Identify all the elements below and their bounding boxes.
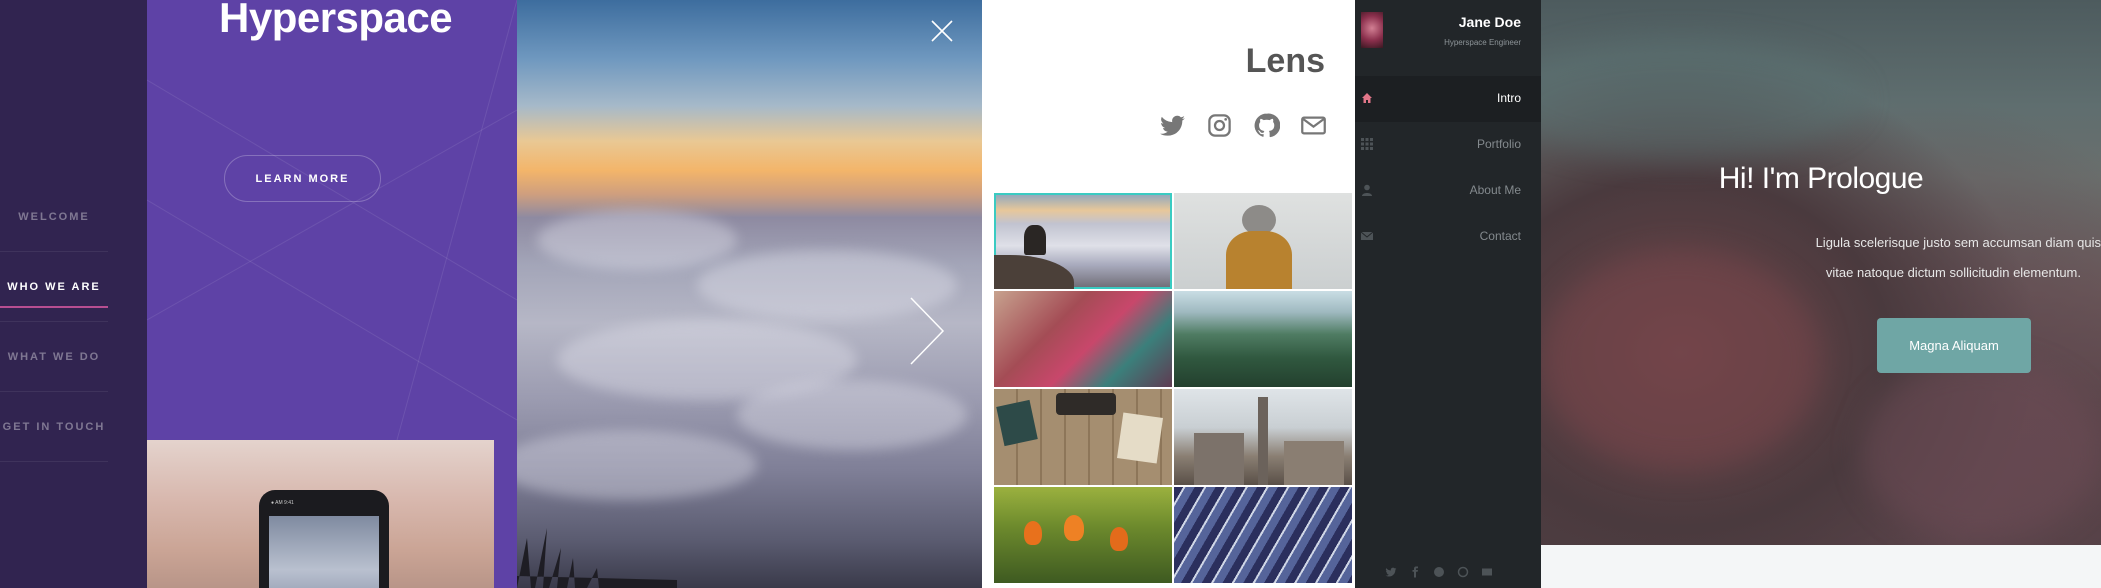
hyperspace-hero: Hyperspace LEARN MORE ● AM 9:41 (147, 0, 517, 588)
background-blur (1861, 360, 2101, 540)
sidebar-item-intro[interactable]: Intro (1355, 76, 1541, 122)
social-icons (1159, 112, 1327, 139)
page-title: Hyperspace (219, 0, 453, 41)
thumbnail-glass-building[interactable] (1174, 487, 1352, 583)
github-icon[interactable] (1433, 565, 1445, 577)
thumbnail-city-skyline[interactable] (1174, 389, 1352, 485)
hero-text: Ligula scelerisque justo sem accumsan di… (1801, 228, 2101, 288)
sidebar-item-portfolio[interactable]: Portfolio (1355, 122, 1541, 168)
github-icon[interactable] (1253, 112, 1281, 139)
lightbox-panel (517, 0, 982, 588)
dribbble-icon[interactable] (1457, 565, 1469, 578)
thumbnail-orange-tulips[interactable] (994, 487, 1172, 583)
instagram-icon[interactable] (1206, 112, 1233, 139)
sidebar-item-label: About Me (1469, 183, 1521, 197)
active-nav-indicator (0, 306, 108, 308)
nav-item-who-we-are[interactable]: WHO WE ARE (0, 252, 108, 322)
sidebar-item-contact[interactable]: Contact (1355, 214, 1541, 260)
sidebar-item-label: Portfolio (1476, 137, 1521, 151)
grid-icon (1361, 138, 1373, 150)
sidebar-item-label: Intro (1496, 91, 1521, 105)
site-title: Lens (1245, 42, 1325, 80)
hero-text-line: vitae natoque dictum sollicitudin elemen… (1825, 265, 2081, 280)
phone-photo: ● AM 9:41 (147, 440, 494, 588)
nav-item-get-in-touch[interactable]: GET IN TOUCH (0, 392, 108, 462)
background-blur (1541, 40, 1861, 160)
user-icon (1362, 184, 1372, 196)
grass-silhouette (517, 528, 677, 588)
magna-aliquam-button[interactable]: Magna Aliquam (1877, 318, 2031, 373)
section-footer-strip (1541, 545, 2101, 588)
phone-device: ● AM 9:41 (259, 490, 389, 588)
avatar (1361, 12, 1383, 48)
hero-text-line: Ligula scelerisque justo sem accumsan di… (1815, 235, 2101, 250)
sidebar-item-label: Contact (1479, 229, 1521, 243)
profile-role: Hyperspace Engineer (1444, 38, 1521, 47)
phone-status-bar: ● AM 9:41 (271, 500, 294, 506)
hero-title: Hi! I'm Prologue (1718, 162, 1924, 195)
thumbnail-typewriter[interactable] (994, 389, 1172, 485)
lens-panel: Lens (982, 0, 1355, 588)
hyperspace-sidebar: WELCOME WHO WE ARE WHAT WE DO GET IN TOU… (0, 0, 147, 588)
thumbnail-woman-scarf[interactable] (994, 291, 1172, 387)
cloud (517, 430, 757, 500)
twitter-icon[interactable] (1159, 112, 1186, 139)
cloud (737, 380, 967, 450)
sidebar-item-about-me[interactable]: About Me (1355, 168, 1541, 214)
facebook-icon[interactable] (1409, 565, 1421, 578)
thumbnail-hiker-yellow-jacket[interactable] (1174, 193, 1352, 289)
thumbnail-person-on-cliff[interactable] (994, 193, 1172, 289)
cloud (537, 210, 737, 270)
profile-header: Jane Doe Hyperspace Engineer (1355, 0, 1541, 70)
hyperspace-panel: WELCOME WHO WE ARE WHAT WE DO GET IN TOU… (0, 0, 517, 588)
prologue-hero: Hi! I'm Prologue Ligula scelerisque just… (1541, 0, 2101, 588)
chevron-right-icon[interactable] (907, 296, 947, 366)
envelope-icon[interactable] (1300, 112, 1327, 139)
background-blur (1541, 250, 1821, 470)
nav-item-welcome[interactable]: WELCOME (0, 182, 108, 252)
phone-screen (269, 516, 379, 588)
thumbnail-grid (994, 193, 1352, 588)
social-icons (1385, 565, 1493, 578)
twitter-icon[interactable] (1385, 565, 1397, 577)
learn-more-button[interactable]: LEARN MORE (224, 155, 381, 202)
profile-name: Jane Doe (1458, 14, 1521, 30)
close-icon[interactable] (929, 18, 955, 44)
nav-item-what-we-do[interactable]: WHAT WE DO (0, 322, 108, 392)
prologue-sidebar: Jane Doe Hyperspace Engineer Intro Portf… (1355, 0, 1541, 588)
home-icon (1362, 93, 1372, 103)
thumbnail-mountain-valley[interactable] (1174, 291, 1352, 387)
envelope-icon (1361, 231, 1373, 240)
envelope-icon[interactable] (1481, 565, 1493, 577)
